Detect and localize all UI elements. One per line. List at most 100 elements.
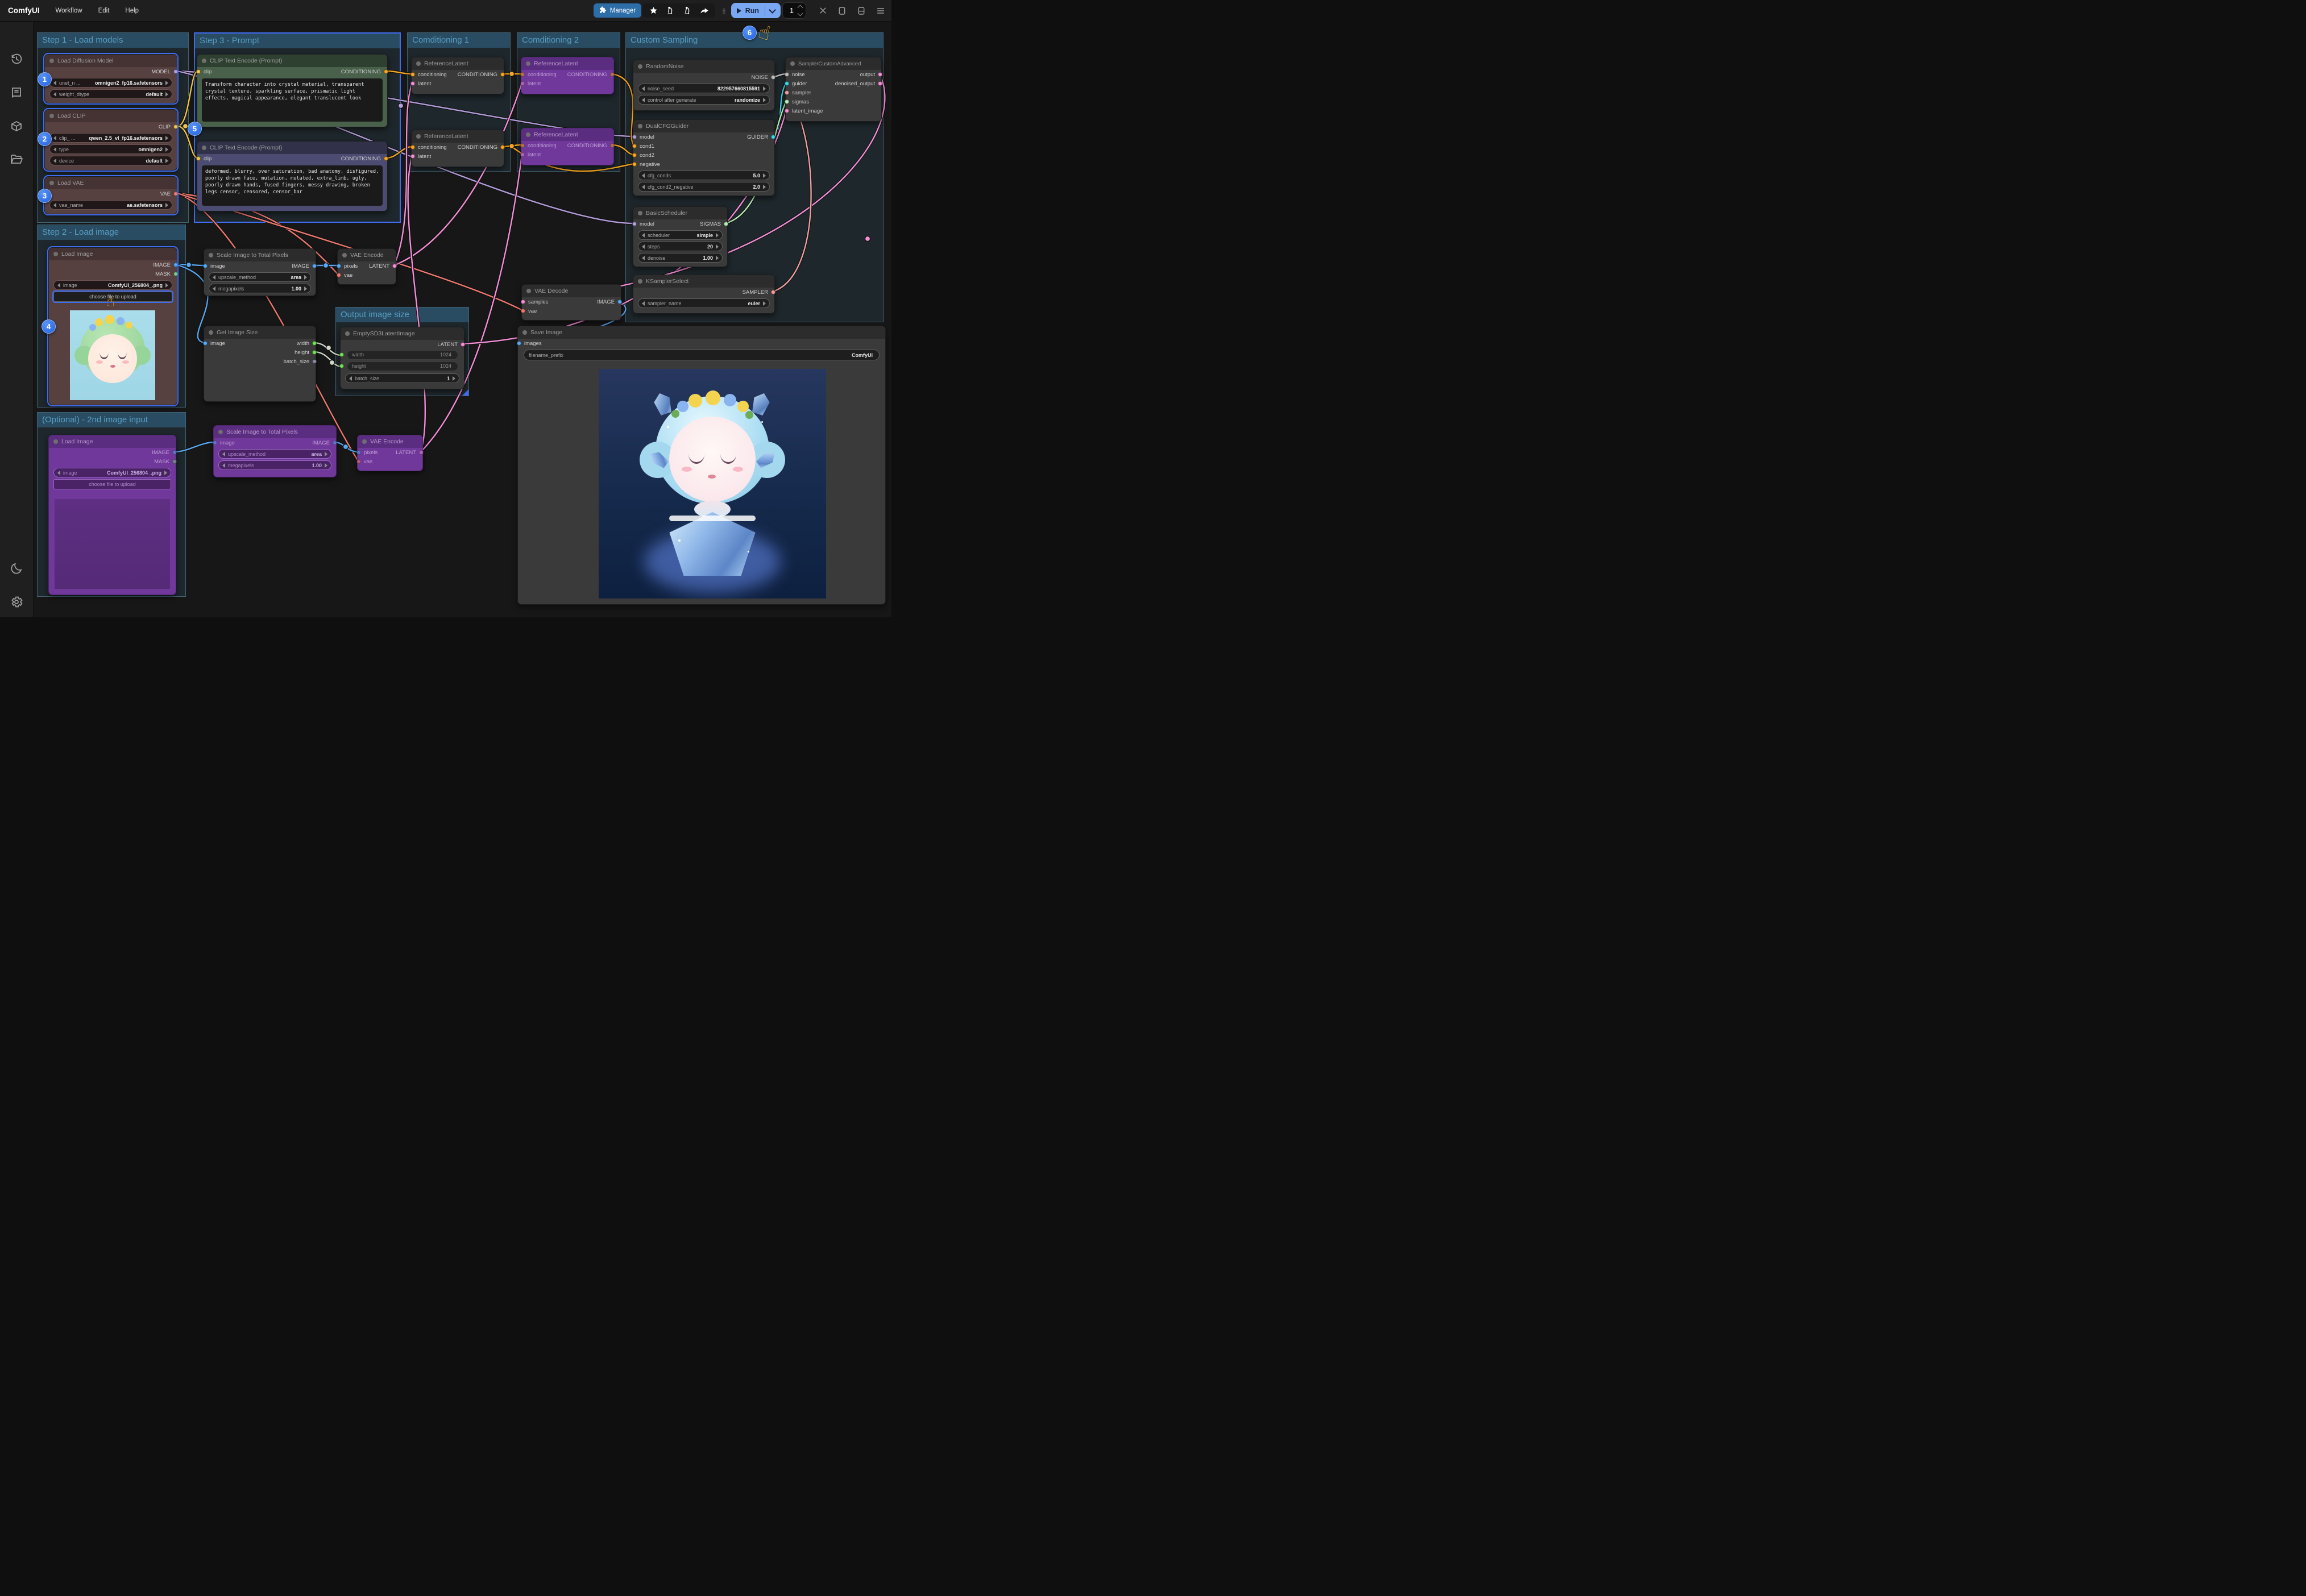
collapse-dot-icon[interactable] [638, 279, 642, 284]
output-port-latent[interactable] [392, 264, 397, 268]
widget-scheduler[interactable]: schedulersimple [638, 230, 723, 240]
node-header[interactable]: DualCFGGuider [633, 120, 774, 132]
node-reference-latent-3-bypassed[interactable]: ReferenceLatent conditioningCONDITIONING… [521, 57, 614, 94]
theme-moon-icon[interactable] [8, 560, 25, 577]
collapse-dot-icon[interactable] [790, 61, 795, 66]
widget-upscale-method[interactable]: upscale_methodarea [218, 449, 331, 459]
widget-denoise[interactable]: denoise1.00 [638, 253, 723, 263]
group-step2-title[interactable]: Step 2 - Load image [38, 225, 185, 240]
output-port-latent[interactable] [461, 342, 465, 347]
node-header[interactable]: RandomNoise [633, 60, 774, 73]
node-sampler-custom-advanced[interactable]: SamplerCustomAdvanced noiseoutput guider… [785, 57, 882, 122]
output-port-mask[interactable] [172, 459, 177, 464]
menu-workflow[interactable]: Workflow [56, 7, 82, 14]
collapse-dot-icon[interactable] [202, 59, 206, 63]
output-port-mask[interactable] [173, 272, 178, 276]
input-port-conditioning[interactable] [410, 145, 415, 149]
node-load-clip[interactable]: Load CLIP CLIP clip_ ...qwen_2.5_vl_fp16… [44, 109, 177, 171]
run-dropdown-caret-icon[interactable] [769, 6, 776, 14]
node-get-image-size[interactable]: Get Image Size imagewidth height batch_s… [204, 326, 316, 402]
group-output-title[interactable]: Output image size [336, 307, 468, 322]
combo-right-arrow-icon[interactable] [165, 147, 168, 152]
node-header[interactable]: EmptySD3LatentImage [341, 327, 464, 340]
node-header[interactable]: Save Image [518, 326, 885, 339]
collapse-dot-icon[interactable] [49, 59, 54, 63]
node-header[interactable]: KSamplerSelect [633, 275, 774, 288]
widget-upscale-method[interactable]: upscale_methodarea [209, 272, 311, 282]
menu-help[interactable]: Help [125, 7, 139, 14]
input-port-latent[interactable] [520, 152, 525, 157]
node-vae-encode[interactable]: VAE Encode pixelsLATENT vae [337, 248, 396, 285]
collapse-dot-icon[interactable] [345, 331, 350, 336]
collapse-dot-icon[interactable] [49, 181, 54, 185]
output-port-vae[interactable] [173, 192, 178, 196]
lamp-icon-1[interactable] [662, 3, 679, 18]
node-vae-encode-2-bypassed[interactable]: VAE Encode pixelsLATENT vae [357, 435, 423, 471]
combo-left-arrow-icon[interactable] [222, 452, 225, 456]
node-header[interactable]: Load VAE [45, 177, 177, 189]
node-vae-decode[interactable]: VAE Decode samplesIMAGE vae [521, 284, 621, 321]
output-port-conditioning[interactable] [500, 72, 505, 77]
input-port-sigmas[interactable] [785, 99, 789, 104]
close-icon[interactable] [814, 2, 831, 19]
combo-left-arrow-icon[interactable] [57, 471, 60, 475]
manager-button[interactable]: Manager [594, 3, 641, 18]
workflows-folder-icon[interactable] [8, 151, 25, 168]
batch-count-stepper[interactable]: 1 [782, 2, 806, 19]
prompt-textarea[interactable]: deformed, blurry, over saturation, bad a… [202, 165, 383, 206]
group-conditioning-2-title[interactable]: Comditioning 2 [517, 33, 620, 48]
input-port-latent-image[interactable] [785, 109, 789, 113]
input-port-vae[interactable] [337, 273, 341, 277]
collapse-dot-icon[interactable] [218, 430, 223, 434]
output-port-sampler[interactable] [771, 290, 775, 294]
input-port-cond1[interactable] [632, 144, 637, 148]
widget-control-after-generate[interactable]: control after generaterandomize [638, 95, 770, 105]
collapse-dot-icon[interactable] [638, 124, 642, 128]
node-header[interactable]: SamplerCustomAdvanced [786, 57, 881, 70]
combo-right-arrow-icon[interactable] [304, 275, 307, 280]
widget-image-file[interactable]: imageComfyUI_256804_.png [53, 280, 172, 290]
combo-right-arrow-icon[interactable] [763, 185, 766, 189]
combo-right-arrow-icon[interactable] [763, 173, 766, 178]
node-header[interactable]: Scale Image to Total Pixels [214, 426, 336, 438]
input-port-guider[interactable] [785, 81, 789, 86]
node-ksampler-select[interactable]: KSamplerSelect SAMPLER sampler_nameeuler [633, 275, 775, 314]
widget-filename-prefix[interactable]: filename_prefixComfyUI [524, 350, 880, 360]
combo-left-arrow-icon[interactable] [53, 159, 56, 163]
combo-right-arrow-icon[interactable] [325, 463, 327, 468]
node-header[interactable]: Load Image [49, 248, 177, 260]
group-resize-handle[interactable] [462, 389, 468, 396]
choose-file-upload-button[interactable]: choose file to upload [53, 479, 171, 489]
collapse-dot-icon[interactable] [209, 253, 213, 257]
toolbar-drag-handle[interactable]: ⣿ [722, 9, 727, 13]
output-port-guider[interactable] [771, 135, 775, 139]
input-port-clip[interactable] [196, 156, 201, 161]
node-scale-image-total-pixels[interactable]: Scale Image to Total Pixels imageIMAGE u… [204, 248, 316, 296]
node-header[interactable]: ReferenceLatent [521, 57, 613, 70]
widget-weight-dtype[interactable]: weight_dtypedefault [49, 89, 172, 99]
star-icon[interactable] [645, 3, 662, 18]
widget-unet-name[interactable]: unet_n ...omnigen2_fp16.safetensors [49, 78, 172, 88]
output-port-model[interactable] [173, 69, 178, 74]
widget-steps[interactable]: steps20 [638, 242, 723, 251]
node-header[interactable]: ReferenceLatent [412, 57, 504, 70]
combo-right-arrow-icon[interactable] [763, 301, 766, 306]
output-port-image[interactable] [312, 264, 317, 268]
group-optional-title[interactable]: (Optional) - 2nd image input [38, 413, 185, 427]
panel-toggle-icon[interactable] [853, 2, 870, 19]
widget-vae-name[interactable]: vae_nameae.safetensors [49, 200, 172, 210]
lamp-icon-2[interactable] [679, 3, 696, 18]
node-random-noise[interactable]: RandomNoise NOISE noise_seed822957660815… [633, 60, 775, 111]
collapse-dot-icon[interactable] [342, 253, 347, 257]
input-port-model[interactable] [632, 222, 637, 226]
input-port-images[interactable] [517, 341, 521, 346]
combo-right-arrow-icon[interactable] [325, 452, 327, 456]
node-save-image[interactable]: Save Image images filename_prefixComfyUI [517, 326, 886, 605]
combo-right-arrow-icon[interactable] [304, 286, 307, 291]
combo-right-arrow-icon[interactable] [165, 283, 168, 288]
collapse-dot-icon[interactable] [416, 134, 421, 139]
input-port-samples[interactable] [521, 300, 525, 304]
combo-right-arrow-icon[interactable] [716, 233, 719, 238]
collapse-dot-icon[interactable] [202, 146, 206, 150]
settings-gear-icon[interactable] [8, 593, 25, 610]
